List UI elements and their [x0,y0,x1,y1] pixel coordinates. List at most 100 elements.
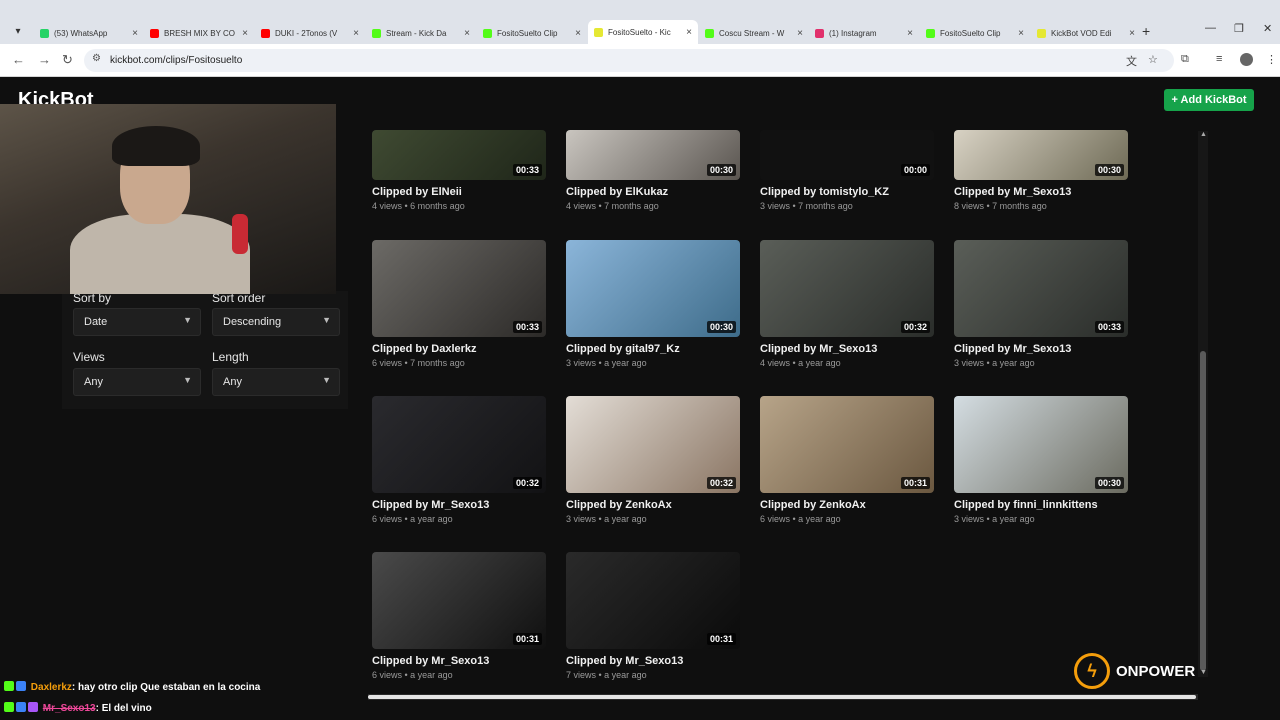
sort-order-select[interactable]: Descending ▼ [212,308,340,336]
horizontal-scrollbar-thumb[interactable] [368,695,1196,699]
browser-toolbar: ← → ↻ ⚙ kickbot.com/clips/Fositosuelto 文… [0,44,1280,77]
clip-card[interactable]: 00:31 Clipped by Mr_Sexo13 6 views • a yea… [372,552,546,680]
clip-thumbnail[interactable]: 00:00 [760,130,934,180]
sort-by-select[interactable]: Date ▼ [73,308,201,336]
clip-card[interactable]: 00:30 Clipped by ElKukaz 4 views • 7 month… [566,77,740,211]
profile-avatar[interactable] [1240,53,1253,66]
clip-duration: 00:00 [900,164,930,176]
clip-card[interactable]: 00:31 Clipped by Mr_Sexo13 7 views • a yea… [566,552,740,680]
clip-card[interactable]: 00:30 Clipped by gital97_Kz 3 views • a ye… [566,240,740,368]
browser-tab[interactable]: KickBot VOD Edi × [1031,22,1141,44]
media-icon[interactable]: ≡ [1216,53,1222,65]
tab-title: (53) WhatsApp [54,28,108,38]
browser-tab[interactable]: BRESH MIX BY CO × [144,22,254,44]
clip-thumbnail[interactable]: 00:33 [372,130,546,180]
clip-card[interactable]: 00:32 Clipped by ZenkoAx 3 views • a year … [566,396,740,524]
add-kickbot-button[interactable]: + Add KickBot [1164,89,1254,111]
clip-thumbnail[interactable]: 00:30 [566,240,740,337]
clip-title[interactable]: Clipped by Mr_Sexo13 [954,343,1128,355]
tab-list-icon[interactable]: ▾ [8,22,28,42]
close-tab-icon[interactable]: × [242,28,248,39]
lightning-bolt-icon: ϟ [1074,653,1110,689]
clip-thumbnail[interactable]: 00:30 [566,130,740,180]
url-text[interactable]: kickbot.com/clips/Fositosuelto [110,55,242,66]
close-tab-icon[interactable]: × [353,28,359,39]
extensions-icon[interactable]: ⧉ [1181,53,1189,66]
clip-meta: 6 views • a year ago [372,514,453,524]
close-window-icon[interactable]: ✕ [1263,22,1272,35]
clip-thumbnail[interactable]: 00:32 [760,240,934,337]
clip-title[interactable]: Clipped by Mr_Sexo13 [760,343,934,355]
browser-tab[interactable]: FositoSuelto - Kic × [588,20,698,44]
clip-card[interactable]: 00:33 Clipped by Daxlerkz 6 views • 7 mont… [372,240,546,368]
clip-thumbnail[interactable]: 00:31 [760,396,934,493]
close-tab-icon[interactable]: × [907,28,913,39]
subscriber-badge-icon [16,702,26,712]
views-select[interactable]: Any ▼ [73,368,201,396]
clip-thumbnail[interactable]: 00:30 [954,396,1128,493]
clip-title[interactable]: Clipped by Mr_Sexo13 [954,186,1128,198]
scrollbar-thumb[interactable] [1200,351,1206,671]
clip-title[interactable]: Clipped by Mr_Sexo13 [566,655,740,667]
clip-title[interactable]: Clipped by tomistylo_KZ [760,186,934,198]
close-tab-icon[interactable]: × [797,28,803,39]
horizontal-scrollbar[interactable] [368,694,1198,700]
clip-thumbnail[interactable]: 00:30 [954,130,1128,180]
sort-order-value: Descending [223,316,282,328]
clip-card[interactable]: 00:32 Clipped by Mr_Sexo13 6 views • a yea… [372,396,546,524]
clip-thumbnail[interactable]: 00:33 [954,240,1128,337]
clip-title[interactable]: Clipped by ZenkoAx [760,499,934,511]
clip-thumbnail[interactable]: 00:32 [566,396,740,493]
new-tab-icon[interactable]: + [1142,23,1150,39]
clip-card[interactable]: 00:32 Clipped by Mr_Sexo13 4 views • a yea… [760,240,934,368]
clip-card[interactable]: 00:31 Clipped by ZenkoAx 6 views • a year … [760,396,934,524]
site-info-icon[interactable]: ⚙ [92,53,101,64]
close-tab-icon[interactable]: × [575,28,581,39]
forward-icon[interactable]: → [38,52,51,67]
tab-favicon-icon [594,27,603,37]
clip-card[interactable]: 00:33 Clipped by Mr_Sexo13 3 views • a yea… [954,240,1128,368]
microphone [232,214,248,254]
close-tab-icon[interactable]: × [1018,28,1024,39]
clip-title[interactable]: Clipped by Mr_Sexo13 [372,655,546,667]
browser-tab[interactable]: Coscu Stream - W × [699,22,809,44]
clip-title[interactable]: Clipped by ZenkoAx [566,499,740,511]
clip-thumbnail[interactable]: 00:31 [372,552,546,649]
back-icon[interactable]: ← [12,52,25,67]
browser-tab[interactable]: (53) WhatsApp × [34,22,144,44]
close-tab-icon[interactable]: × [132,28,138,39]
clip-title[interactable]: Clipped by Mr_Sexo13 [372,499,546,511]
clip-title[interactable]: Clipped by finni_linnkittens [954,499,1128,511]
browser-tab[interactable]: FositoSuelto Clip × [477,22,587,44]
browser-tab[interactable]: (1) Instagram × [809,22,919,44]
bookmark-star-icon[interactable]: ☆ [1148,53,1158,66]
address-bar[interactable]: ⚙ kickbot.com/clips/Fositosuelto [84,49,1174,72]
kickbot-clips-page: KickBot + Add KickBot Sort by Sort order… [0,77,1280,720]
clip-thumbnail[interactable]: 00:33 [372,240,546,337]
clip-thumbnail[interactable]: 00:32 [372,396,546,493]
clip-card[interactable]: 00:30 Clipped by finni_linnkittens 3 views… [954,396,1128,524]
translate-icon[interactable]: 文 [1126,53,1137,69]
restore-icon[interactable]: ❐ [1234,22,1244,35]
reload-icon[interactable]: ↻ [62,52,73,68]
browser-tab[interactable]: DUKI - 2Tonos (V × [255,22,365,44]
clip-title[interactable]: Clipped by Daxlerkz [372,343,546,355]
clip-title[interactable]: Clipped by ElNeii [372,186,546,198]
vertical-scrollbar[interactable] [1198,131,1208,677]
clip-card[interactable]: 00:00 Clipped by tomistylo_KZ 3 views • 7 … [760,77,934,211]
browser-tab[interactable]: FositoSuelto Clip × [920,22,1030,44]
clip-title[interactable]: Clipped by ElKukaz [566,186,740,198]
clip-meta: 3 views • a year ago [566,514,647,524]
length-select[interactable]: Any ▼ [212,368,340,396]
clip-card[interactable]: 00:30 Clipped by Mr_Sexo13 8 views • 7 mon… [954,77,1128,211]
scroll-up-icon[interactable]: ▲ [1200,131,1207,138]
clip-title[interactable]: Clipped by gital97_Kz [566,343,740,355]
close-tab-icon[interactable]: × [686,27,692,38]
minimize-icon[interactable]: — [1205,22,1216,34]
clip-thumbnail[interactable]: 00:31 [566,552,740,649]
browser-tab[interactable]: Stream - Kick Da × [366,22,476,44]
clip-card[interactable]: 00:33 Clipped by ElNeii 4 views • 6 months… [372,77,546,211]
close-tab-icon[interactable]: × [464,28,470,39]
menu-icon[interactable]: ⋮ [1266,53,1277,66]
close-tab-icon[interactable]: × [1129,28,1135,39]
